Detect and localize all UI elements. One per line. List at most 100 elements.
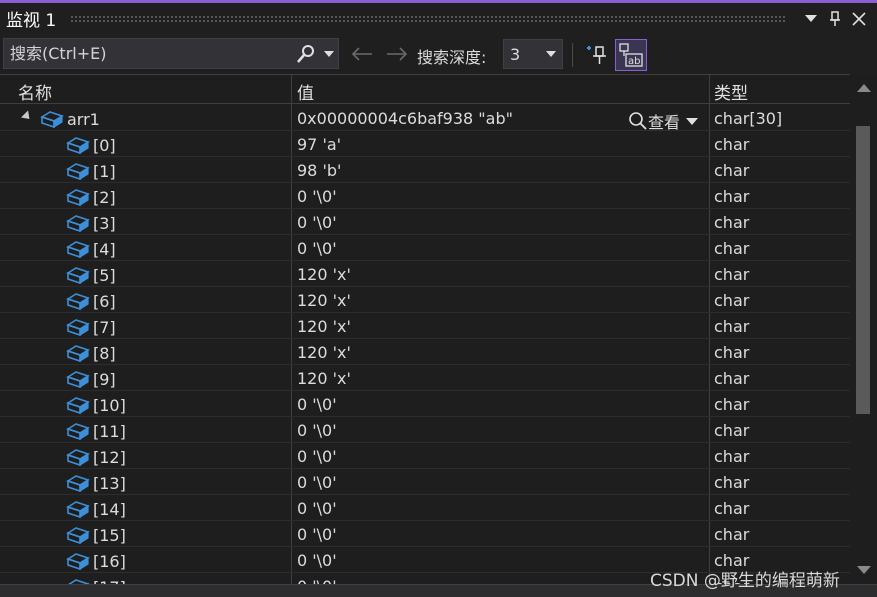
table-row[interactable]: [2] 0 '\0' char [0,183,850,209]
element-value[interactable]: 0 '\0' [297,187,337,206]
table-row[interactable]: [5] 120 'x' char [0,261,850,287]
element-type: char [714,213,750,232]
element-name: [2] [93,187,116,207]
table-row[interactable]: [3] 0 '\0' char [0,209,850,235]
variable-cube-icon [67,579,90,584]
element-name: [15] [93,525,126,545]
pin-icon[interactable] [823,7,847,31]
watermark: CSDN @野生的编程萌新 [650,571,840,591]
variable-cube-icon [66,449,90,467]
element-name: [1] [93,161,116,181]
table-row[interactable]: [9] 120 'x' char [0,365,850,391]
variable-cube-icon [66,189,90,207]
scroll-up-icon[interactable] [857,84,871,92]
element-name: [4] [93,239,116,259]
table-row[interactable]: [7] 120 'x' char [0,313,850,339]
table-row[interactable]: [11] 0 '\0' char [0,417,850,443]
table-row[interactable]: [13] 0 '\0' char [0,469,850,495]
variable-cube-icon [66,475,90,493]
element-value[interactable]: 0 '\0' [297,525,337,544]
close-icon[interactable] [847,7,871,31]
element-name: [6] [93,291,116,311]
variable-name: arr1 [67,109,100,129]
table-row[interactable]: [14] 0 '\0' char [0,495,850,521]
element-type: char [714,421,750,440]
variable-cube-icon [66,527,90,545]
element-name: [7] [93,317,116,337]
element-value[interactable]: 98 'b' [297,161,341,180]
search-box[interactable] [3,38,339,69]
back-arrow-icon[interactable] [348,40,376,68]
visualizer-button[interactable]: 查看 [628,109,699,133]
element-type: char [714,343,750,362]
tool-window-titlebar: 监视 1 [0,0,877,34]
element-type: char [714,265,750,284]
element-value[interactable]: 0 '\0' [297,577,337,584]
column-header-type[interactable]: 类型 [714,79,748,104]
table-row[interactable]: [6] 120 'x' char [0,287,850,313]
element-type: char [714,239,750,258]
element-value[interactable]: 120 'x' [297,369,351,388]
variable-cube-icon [66,423,90,441]
scrollbar-thumb[interactable] [856,126,870,414]
watch-toolbar: 搜索深度: 3 ab [0,34,877,74]
element-value[interactable]: 0 '\0' [297,551,337,570]
element-value[interactable]: 0 '\0' [297,473,337,492]
table-row[interactable]: [4] 0 '\0' char [0,235,850,261]
collapse-arrow-icon[interactable] [20,110,34,123]
table-row[interactable]: [15] 0 '\0' char [0,521,850,547]
search-depth-select[interactable]: 3 [503,39,563,69]
element-type: char [714,369,750,388]
variable-cube-icon [66,137,90,155]
element-name: [16] [93,551,126,571]
element-value[interactable]: 97 'a' [297,135,341,154]
element-type: char [714,317,750,336]
forward-arrow-icon[interactable] [383,40,411,68]
search-input[interactable] [4,44,292,63]
variable-cube-icon [66,267,90,285]
element-value[interactable]: 0 '\0' [297,239,337,258]
element-name: [5] [93,265,116,285]
dropdown-icon[interactable] [799,7,823,31]
variable-type: char[30] [714,109,783,128]
element-value[interactable]: 0 '\0' [297,213,337,232]
element-value[interactable]: 120 'x' [297,343,351,362]
variable-cube-icon [66,397,90,415]
variable-cube-icon [66,371,90,389]
table-row[interactable]: [0] 97 'a' char [0,131,850,157]
element-name: [0] [93,135,116,155]
element-value[interactable]: 0 '\0' [297,499,337,518]
variable-cube-icon [66,319,90,337]
element-type: char [714,161,750,180]
element-type: char [714,447,750,466]
variable-cube-icon [66,345,90,363]
table-row[interactable]: [1] 98 'b' char [0,157,850,183]
table-row[interactable]: [10] 0 '\0' char [0,391,850,417]
variable-cube-icon [40,111,64,129]
element-name: [8] [93,343,116,363]
search-options-dropdown-icon[interactable] [320,50,338,57]
table-row[interactable]: [12] 0 '\0' char [0,443,850,469]
element-value[interactable]: 120 'x' [297,291,351,310]
pin-to-source-icon[interactable] [582,39,614,71]
column-header-value[interactable]: 值 [297,79,314,104]
scroll-down-icon[interactable] [857,566,871,574]
element-value[interactable]: 0 '\0' [297,395,337,414]
variable-value[interactable]: 0x00000004c6baf938 "ab" [297,109,513,128]
table-row-root[interactable]: arr1 0x00000004c6baf938 "ab" 查看 char[30] [0,105,850,133]
table-row[interactable]: [8] 120 'x' char [0,339,850,365]
element-value[interactable]: 120 'x' [297,317,351,336]
variable-cube-icon [66,215,90,233]
search-depth-value: 3 [510,44,521,64]
chevron-down-icon [546,51,556,57]
element-value[interactable]: 0 '\0' [297,447,337,466]
search-icon[interactable] [292,44,320,64]
element-value[interactable]: 120 'x' [297,265,351,284]
titlebar-grip[interactable] [70,15,785,22]
column-header-name[interactable]: 名称 [18,79,52,104]
chevron-down-icon [686,117,699,125]
element-type: char [714,291,750,310]
element-name: [10] [93,395,126,415]
hex-display-icon[interactable]: ab [615,39,647,71]
element-value[interactable]: 0 '\0' [297,421,337,440]
